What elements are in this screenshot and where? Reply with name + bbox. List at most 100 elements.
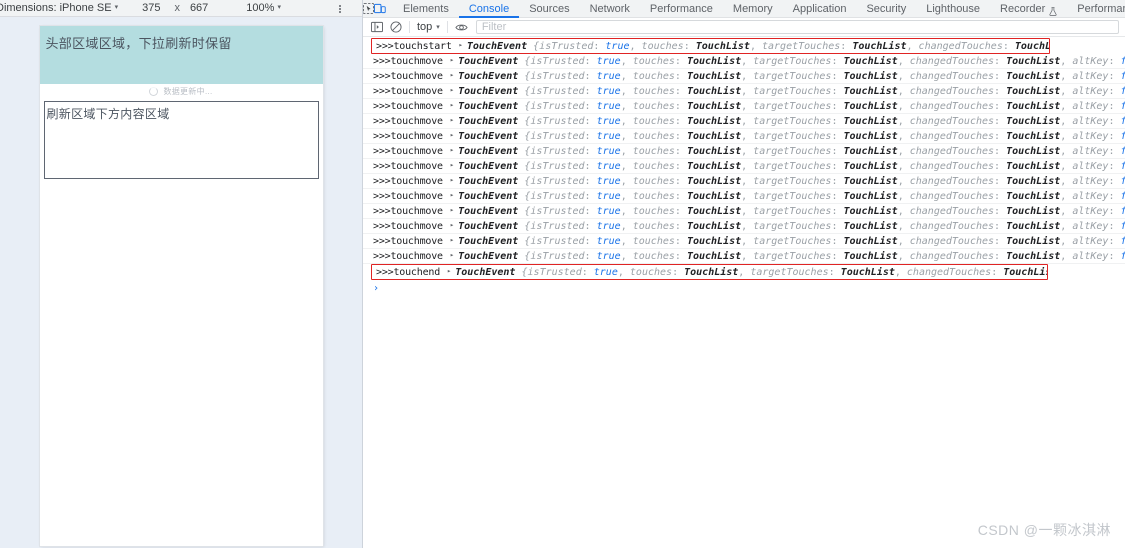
device-width-input[interactable]: 375 — [142, 2, 160, 14]
expand-triangle-icon[interactable]: ▸ — [450, 84, 454, 98]
expand-triangle-icon[interactable]: ▸ — [450, 234, 454, 248]
punctuation: : — [994, 250, 1007, 262]
console-message[interactable]: >>>touchmove ▸ TouchEvent {isTrusted: true… — [363, 84, 1125, 99]
expand-triangle-icon[interactable]: ▸ — [450, 144, 454, 158]
punctuation: : — [831, 205, 844, 217]
object-property-value: false — [1120, 159, 1125, 173]
object-property-value: true — [596, 130, 621, 142]
console-message[interactable]: >>>touchend ▸ TouchEvent {isTrusted: true,… — [371, 264, 1048, 280]
console-message[interactable]: >>>touchmove ▸ TouchEvent {isTrusted: true… — [363, 204, 1125, 219]
device-dimensions-label[interactable]: Dimensions: iPhone SE — [0, 2, 112, 14]
more-vertical-icon[interactable] — [334, 2, 346, 15]
tab-performance[interactable]: Performance — [640, 0, 723, 18]
console-message[interactable]: >>>touchmove ▸ TouchEvent {isTrusted: true… — [363, 189, 1125, 204]
punctuation: : — [674, 70, 687, 82]
console-message[interactable]: >>>touchstart ▸ TouchEvent {isTrusted: tru… — [371, 38, 1050, 54]
expand-triangle-icon[interactable]: ▸ — [450, 159, 454, 173]
punctuation: , — [1060, 145, 1073, 157]
expand-triangle-icon[interactable]: ▸ — [450, 219, 454, 233]
punctuation: : — [674, 115, 687, 127]
expand-triangle-icon[interactable]: ▸ — [450, 204, 454, 218]
tab-elements[interactable]: Elements — [393, 0, 459, 18]
expand-triangle-icon[interactable]: ▸ — [447, 265, 451, 279]
console-prompt[interactable]: › — [363, 280, 1125, 296]
console-message[interactable]: >>>touchmove ▸ TouchEvent {isTrusted: true… — [363, 129, 1125, 144]
console-message[interactable]: >>>touchmove ▸ TouchEvent {isTrusted: true… — [363, 69, 1125, 84]
expand-triangle-icon[interactable]: ▸ — [450, 249, 454, 263]
console-message[interactable]: >>>touchmove ▸ TouchEvent {isTrusted: true… — [363, 159, 1125, 174]
console-message[interactable]: >>>touchmove ▸ TouchEvent {isTrusted: true… — [363, 99, 1125, 114]
object-property-key: touches — [632, 70, 675, 82]
emulated-viewport[interactable]: 头部区域区域，下拉刷新时保留 数据更新中... 刷新区域下方内容区域 — [39, 26, 323, 546]
expand-triangle-icon[interactable]: ▸ — [450, 129, 454, 143]
tab-recorder[interactable]: Recorder — [990, 0, 1067, 18]
object-property-key: changedTouches — [909, 85, 995, 97]
console-object-class: TouchEvent — [455, 266, 516, 278]
tab-memory[interactable]: Memory — [723, 0, 783, 18]
punctuation: , — [897, 100, 910, 112]
expand-triangle-icon[interactable]: ▸ — [450, 69, 454, 83]
object-property-value: TouchList — [686, 100, 742, 112]
punctuation: , — [1060, 55, 1073, 67]
expand-triangle-icon[interactable]: ▸ — [450, 189, 454, 203]
clear-console-icon[interactable] — [386, 18, 405, 37]
punctuation: , — [741, 175, 754, 187]
expand-triangle-icon[interactable]: ▸ — [450, 174, 454, 188]
punctuation: , — [897, 220, 910, 232]
console-context-selector[interactable]: top ▾ — [414, 19, 443, 35]
console-object-class: TouchEvent — [458, 70, 519, 82]
console-message-list[interactable]: >>>touchstart ▸ TouchEvent {isTrusted: tru… — [363, 37, 1125, 548]
punctuation: : — [584, 115, 597, 127]
tab-console[interactable]: Console — [459, 0, 519, 18]
expand-triangle-icon[interactable]: ▸ — [450, 99, 454, 113]
tab-performance-insights[interactable]: Performance insights — [1067, 0, 1125, 18]
console-message[interactable]: >>>touchmove ▸ TouchEvent {isTrusted: true… — [363, 54, 1125, 69]
inspect-icon[interactable] — [363, 0, 374, 18]
console-sidebar-icon[interactable] — [367, 18, 386, 37]
console-message[interactable]: >>>touchmove ▸ TouchEvent {isTrusted: true… — [363, 144, 1125, 159]
tab-sources[interactable]: Sources — [519, 0, 579, 18]
punctuation: , — [620, 70, 633, 82]
object-property-key: targetTouches — [753, 145, 832, 157]
punctuation: : — [831, 85, 844, 97]
punctuation: , — [897, 250, 910, 262]
object-property-key: targetTouches — [753, 220, 832, 232]
punctuation: : — [584, 175, 597, 187]
console-message[interactable]: >>>touchmove ▸ TouchEvent {isTrusted: true… — [363, 249, 1125, 264]
tab-label: Elements — [403, 2, 449, 15]
punctuation: : — [1108, 190, 1121, 202]
expand-triangle-icon[interactable]: ▸ — [450, 114, 454, 128]
tab-security[interactable]: Security — [856, 0, 916, 18]
object-property-value: true — [596, 115, 621, 127]
console-message[interactable]: >>>touchmove ▸ TouchEvent {isTrusted: true… — [363, 234, 1125, 249]
device-dropdown-caret-icon[interactable]: ▾ — [115, 3, 119, 11]
punctuation: , — [897, 235, 910, 247]
tab-lighthouse[interactable]: Lighthouse — [916, 0, 990, 18]
device-height-input[interactable]: 667 — [190, 2, 208, 14]
expand-triangle-icon[interactable]: ▸ — [459, 39, 463, 53]
punctuation: : — [831, 130, 844, 142]
object-property-key: targetTouches — [753, 250, 832, 262]
console-filter-input[interactable]: Filter — [475, 20, 1119, 34]
device-zoom-value[interactable]: 100% — [246, 2, 274, 14]
console-object-class: TouchEvent — [458, 250, 519, 262]
object-property-value: false — [1120, 189, 1125, 203]
object-property-key: targetTouches — [753, 85, 832, 97]
punctuation: : — [831, 190, 844, 202]
device-zoom-caret-icon[interactable]: ▾ — [277, 3, 281, 11]
tab-network[interactable]: Network — [580, 0, 640, 18]
punctuation: , — [620, 235, 633, 247]
console-message-label: >>>touchmove — [373, 175, 443, 187]
live-expression-eye-icon[interactable] — [452, 18, 471, 37]
console-message[interactable]: >>>touchmove ▸ TouchEvent {isTrusted: true… — [363, 114, 1125, 129]
device-toggle-icon[interactable] — [374, 0, 386, 18]
object-property-value: TouchList — [843, 235, 898, 247]
device-dimension-separator: x — [174, 2, 180, 14]
console-message[interactable]: >>>touchmove ▸ TouchEvent {isTrusted: true… — [363, 174, 1125, 189]
object-property-key: targetTouches — [753, 235, 832, 247]
tab-application[interactable]: Application — [783, 0, 857, 18]
punctuation: : — [1108, 70, 1121, 82]
console-message[interactable]: >>>touchmove ▸ TouchEvent {isTrusted: true… — [363, 219, 1125, 234]
expand-triangle-icon[interactable]: ▸ — [450, 54, 454, 68]
object-property-value: false — [1120, 69, 1125, 83]
